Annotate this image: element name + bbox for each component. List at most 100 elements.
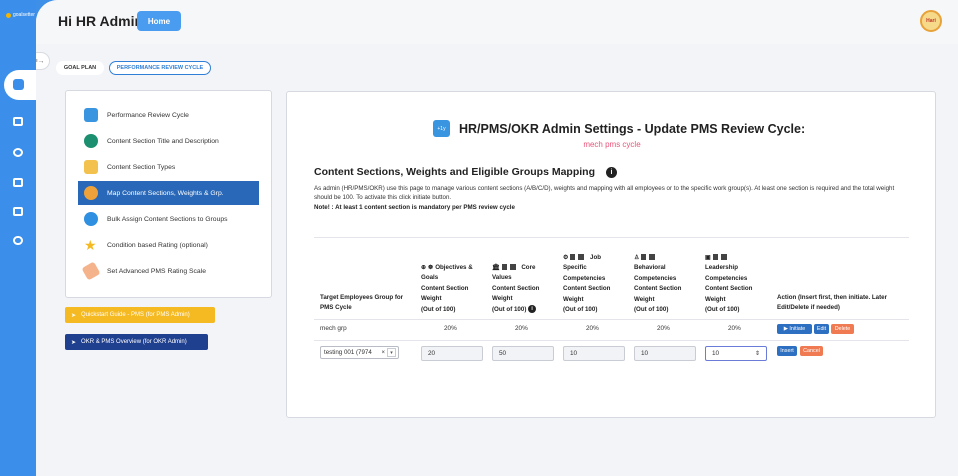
cycle-name: mech pms cycle — [583, 140, 641, 149]
collapse-arrow-icon: ≡→ — [36, 57, 45, 65]
stepper-icon[interactable]: ⇕ — [755, 350, 760, 357]
id-card-icon — [501, 264, 520, 271]
settings-menu: Performance Review Cycle Content Section… — [65, 90, 272, 298]
weight-input-job[interactable]: 10 — [563, 346, 625, 361]
chart-icon — [13, 206, 23, 216]
header-action: Action (Insert first, then initiate. Lat… — [777, 293, 887, 314]
header-line: Action (Insert first, then initiate. Lat… — [777, 294, 888, 301]
header-line: (Out of 100) — [705, 306, 740, 314]
rail-item-team[interactable] — [9, 145, 27, 159]
header-line: Content Section — [563, 285, 611, 293]
menu-item-label: Set Advanced PMS Rating Scale — [107, 267, 206, 275]
people-icon — [84, 186, 98, 200]
quickstart-guide-button[interactable]: ➤ Quickstart Guide - PMS (for PMS Admin) — [65, 307, 215, 323]
menu-item-content-section-types[interactable]: Content Section Types — [78, 155, 259, 179]
avatar[interactable]: Hari — [920, 10, 942, 32]
header-line: Content Section — [492, 284, 540, 292]
row-divider — [314, 319, 909, 320]
weight-input-behavioral[interactable]: 10 — [634, 346, 696, 361]
tab-performance-review-cycle[interactable]: PERFORMANCE REVIEW CYCLE — [109, 61, 211, 75]
row-weight-behavioral: 20% — [657, 325, 670, 332]
group-select-value: testing 001 (7974 — [324, 349, 372, 356]
header-line: Competencies — [634, 274, 677, 282]
menu-item-content-section-title[interactable]: Content Section Title and Description — [78, 129, 259, 153]
header-line: Objectives & — [435, 264, 473, 271]
rail-item-reports[interactable] — [9, 204, 27, 218]
goals-icon: ⊕ ☸ — [421, 264, 434, 271]
menu-item-label: Performance Review Cycle — [107, 111, 189, 119]
header-line: Content Section — [705, 285, 753, 293]
delete-button[interactable]: Delete — [831, 324, 854, 334]
id-card-icon — [712, 254, 731, 261]
app-shell: Hi HR Admin Home Hari ≡→ GOAL PLAN PERFO… — [36, 0, 958, 476]
team-icon — [13, 147, 23, 157]
logo-mark-icon — [6, 12, 11, 18]
initiate-button[interactable]: ▶ Initiate — [777, 324, 812, 334]
rail-item-settings[interactable] — [9, 233, 27, 247]
app-logo[interactable]: goalsetter — [6, 12, 35, 18]
quickstart-label: Quickstart Guide - PMS (for PMS Admin) — [81, 312, 190, 318]
tab-goal-plan[interactable]: GOAL PLAN — [56, 61, 104, 75]
header-line: Content Section — [634, 285, 682, 293]
collapse-sidebar-button[interactable]: ≡→ — [36, 52, 50, 70]
divider — [314, 237, 909, 238]
okr-pms-overview-button[interactable]: ➤ OKR & PMS Overview (for OKR Admin) — [65, 334, 208, 350]
menu-item-label: Map Content Sections, Weights & Grp. — [107, 189, 224, 197]
menu-item-map-content-sections[interactable]: Map Content Sections, Weights & Grp. — [78, 181, 259, 205]
weight-input-leadership[interactable]: 10 ⇕ — [705, 346, 767, 361]
edit-button[interactable]: Edit — [814, 324, 829, 334]
title-row: +1y HR/PMS/OKR Admin Settings - Update P… — [433, 120, 805, 137]
menu-item-label: Condition based Rating (optional) — [107, 241, 208, 249]
header-line: Weight — [634, 295, 655, 303]
header-line: (Out of 100) — [563, 306, 598, 314]
group-select[interactable]: testing 001 (7974 × ▾ — [320, 346, 399, 359]
weight-input-objectives[interactable]: 20 — [421, 346, 483, 361]
initiate-label: Initiate — [789, 326, 806, 332]
menu-item-advanced-rating-scale[interactable]: Set Advanced PMS Rating Scale — [78, 259, 259, 283]
menu-item-performance-review-cycle[interactable]: Performance Review Cycle — [78, 103, 259, 127]
header-line: Values — [492, 274, 512, 282]
menu-item-bulk-assign[interactable]: Bulk Assign Content Sections to Groups — [78, 207, 259, 231]
weight-input-core-values[interactable]: 50 — [492, 346, 554, 361]
menu-item-condition-based-rating[interactable]: ★ Condition based Rating (optional) — [78, 233, 259, 257]
cancel-button[interactable]: Cancel — [800, 346, 823, 356]
info-icon[interactable]: i — [605, 166, 617, 178]
dots-icon — [84, 134, 98, 148]
insert-button[interactable]: Insert — [777, 346, 797, 356]
institution-icon: 🏛 — [492, 264, 500, 271]
star-icon: ★ — [84, 237, 97, 253]
person-icon: ♙ — [634, 254, 640, 261]
header-line: (Out of 100) — [634, 306, 669, 314]
rocket-icon: ➤ — [71, 312, 77, 319]
rail-item-book[interactable] — [9, 114, 27, 128]
menu-item-label: Content Section Title and Description — [107, 137, 219, 145]
header-line: Target Employees Group for — [320, 294, 404, 301]
chevron-down-icon[interactable]: ▾ — [387, 348, 396, 357]
core-values-info-icon[interactable]: i — [528, 304, 537, 313]
header-objectives-goals: ⊕ ☸ Objectives & Goals Content Section W… — [421, 263, 473, 315]
page-title: HR/PMS/OKR Admin Settings - Update PMS R… — [459, 121, 806, 136]
section-description: As admin (HR/PMS/OKR) use this page to m… — [314, 185, 895, 201]
rail-item-docs[interactable] — [9, 175, 27, 189]
row-weight-core-values: 20% — [515, 325, 528, 332]
overview-label: OKR & PMS Overview (for OKR Admin) — [81, 339, 187, 345]
weight-input-value: 10 — [712, 350, 720, 357]
section-heading-text: Content Sections, Weights and Eligible G… — [314, 166, 595, 178]
menu-item-label: Content Section Types — [107, 163, 176, 171]
calendar-icon — [84, 108, 98, 122]
clear-icon[interactable]: × — [381, 350, 385, 356]
rail-item-dashboard[interactable] — [4, 70, 36, 100]
header-behavioral-competencies: ♙ Behavioral Competencies Content Sectio… — [634, 253, 681, 315]
rocket-icon: ➤ — [71, 339, 77, 346]
header-line: Weight — [705, 295, 726, 303]
id-card-icon — [570, 254, 589, 261]
docs-icon — [13, 177, 23, 187]
trophy-icon — [84, 160, 98, 174]
briefcase-icon: ▣ — [705, 254, 711, 261]
book-icon — [13, 116, 23, 126]
menu-item-label: Bulk Assign Content Sections to Groups — [107, 215, 228, 223]
header-line: Weight — [421, 295, 442, 303]
home-button[interactable]: Home — [137, 11, 181, 31]
header-line: (Out of 100) — [421, 305, 456, 313]
row-weight-job: 20% — [586, 325, 599, 332]
